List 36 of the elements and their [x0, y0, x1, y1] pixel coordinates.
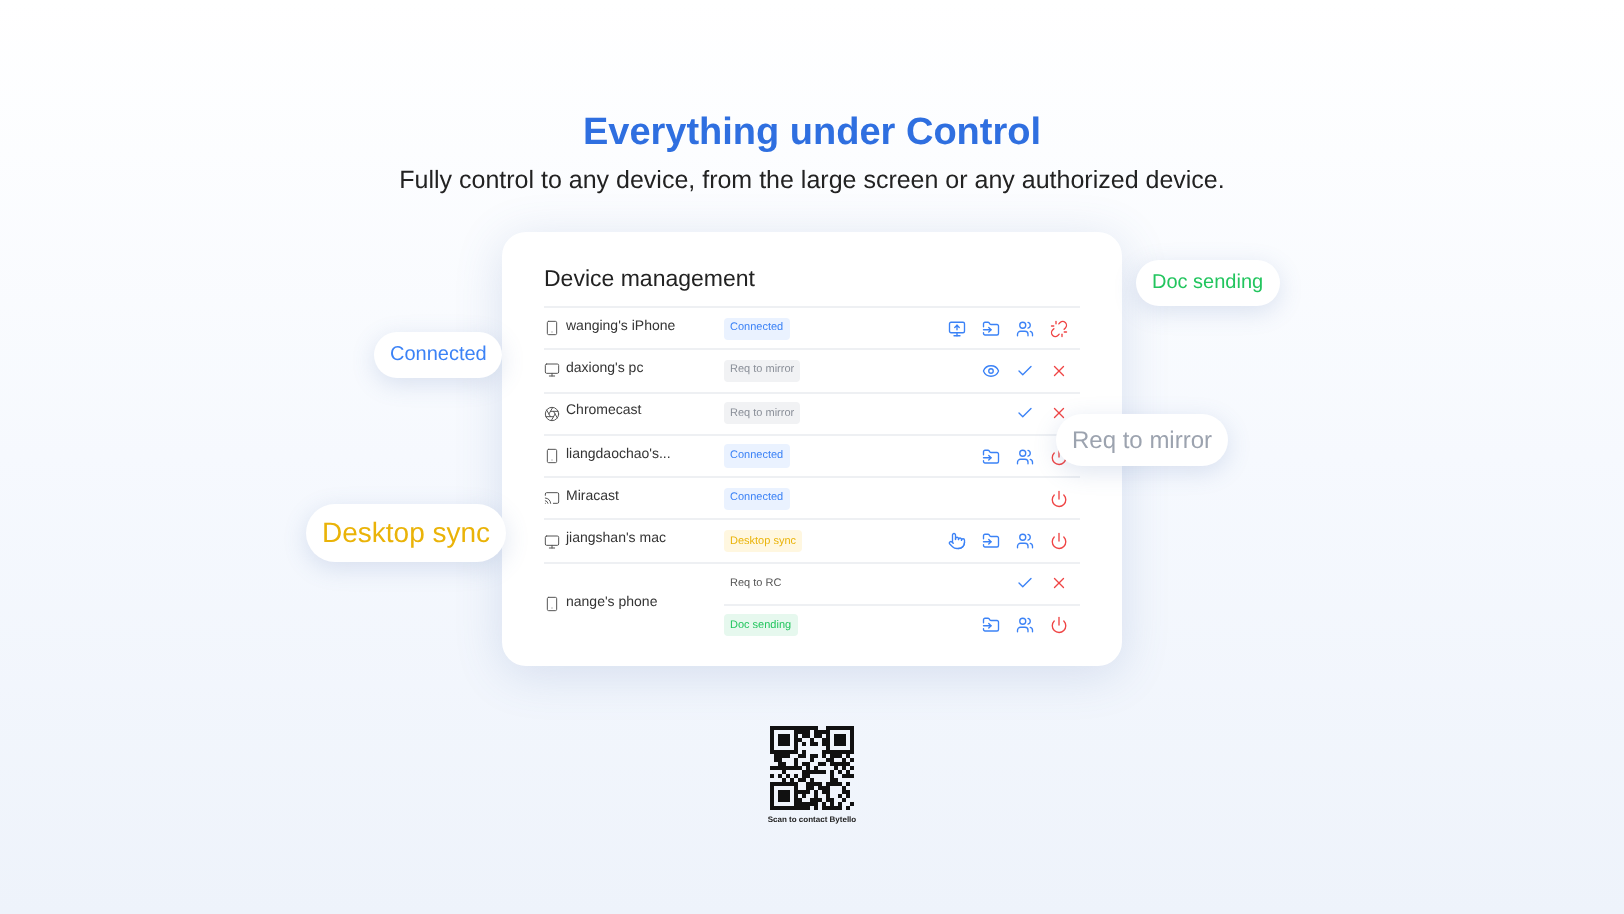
heading: Everything under Control: [582, 110, 1042, 158]
folder-icon[interactable]: [982, 616, 1000, 635]
power-icon[interactable]: [1050, 489, 1068, 508]
subheading: Fully control to any device, from the large screen or any authorized device.: [399, 164, 1225, 198]
power-icon[interactable]: [1050, 532, 1068, 551]
callout-pill: Req to mirror: [1056, 414, 1229, 466]
folder-icon[interactable]: [982, 319, 1000, 338]
check-icon[interactable]: [1016, 361, 1034, 380]
screen-share-icon[interactable]: [948, 319, 966, 338]
users-icon[interactable]: [1016, 532, 1034, 551]
monitor-icon: [544, 533, 560, 550]
phone-icon: [544, 596, 560, 613]
aperture-icon: [544, 405, 560, 422]
folder-icon[interactable]: [982, 532, 1000, 551]
check-icon[interactable]: [1016, 574, 1034, 593]
callout-pill: Connected: [374, 332, 503, 378]
power-icon[interactable]: [1050, 616, 1068, 635]
panel-title: Device management: [544, 266, 757, 296]
close-icon[interactable]: [1050, 404, 1068, 423]
phone-icon: [544, 448, 560, 465]
close-icon[interactable]: [1050, 574, 1068, 593]
users-icon[interactable]: [1016, 319, 1034, 338]
users-icon[interactable]: [1016, 616, 1034, 635]
callout-pill: Desktop sync: [306, 504, 507, 562]
callout-pill: Doc sending: [1136, 260, 1280, 306]
cast-icon: [544, 490, 560, 507]
pointer-icon[interactable]: [948, 532, 966, 551]
folder-icon[interactable]: [982, 447, 1000, 466]
phone-icon: [544, 320, 560, 337]
users-icon[interactable]: [1016, 447, 1034, 466]
close-icon[interactable]: [1050, 361, 1068, 380]
check-icon[interactable]: [1016, 404, 1034, 423]
eye-icon[interactable]: [982, 361, 1000, 380]
monitor-icon: [544, 362, 560, 379]
qr-code: [769, 726, 854, 810]
unlink-icon[interactable]: [1050, 319, 1068, 338]
